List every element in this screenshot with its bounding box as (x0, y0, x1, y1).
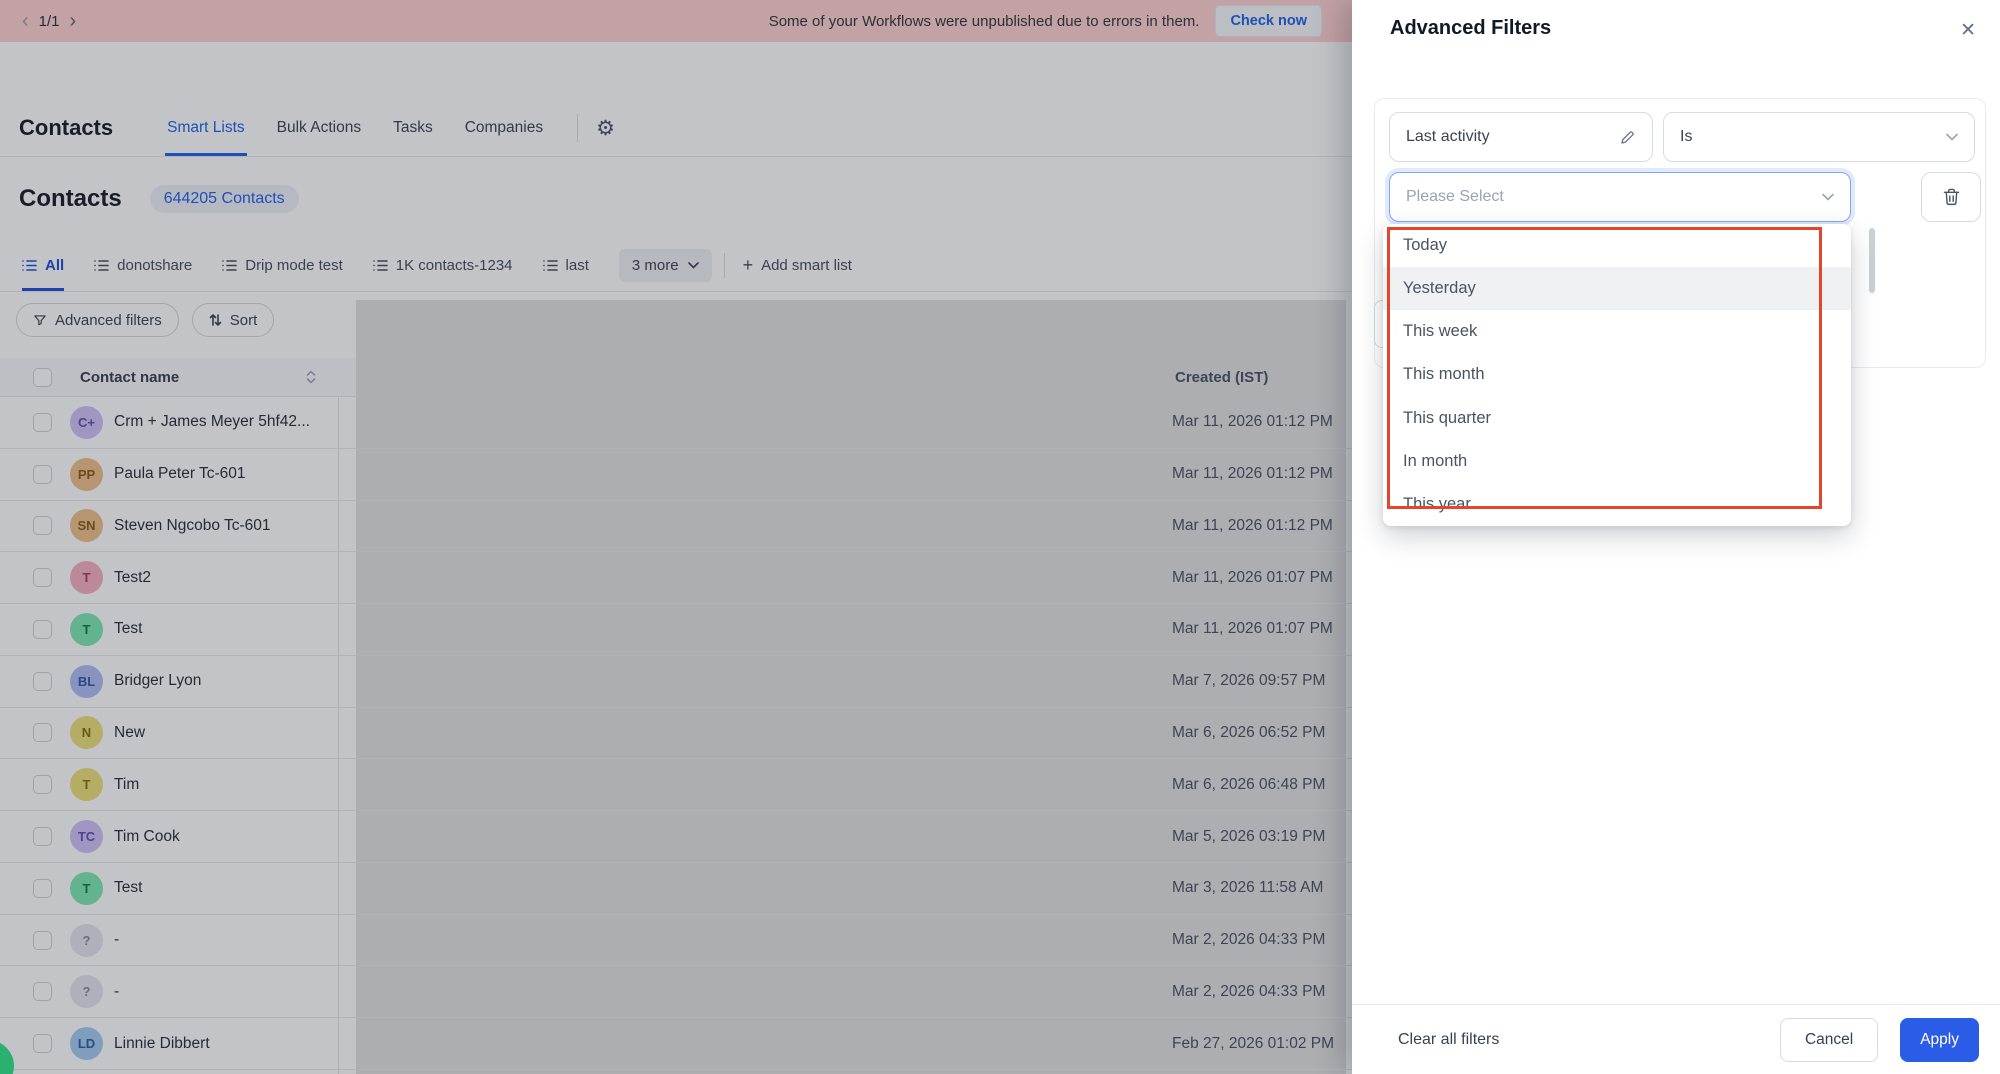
screen: ‹ 1/1 › Some of your Workflows were unpu… (0, 0, 2000, 1074)
drawer-footer: Clear all filters Cancel Apply (1352, 1004, 2000, 1074)
dropdown-option[interactable]: This quarter (1383, 397, 1851, 440)
filter-field-selector[interactable]: Last activity (1389, 112, 1653, 162)
value-options-dropdown: Today Yesterday This week This month Thi… (1383, 224, 1851, 526)
apply-button[interactable]: Apply (1900, 1018, 1979, 1062)
dropdown-option-label: Yesterday (1403, 279, 1476, 298)
delete-filter-button[interactable] (1921, 172, 1981, 222)
filter-value-select[interactable]: Please Select (1389, 172, 1851, 222)
dropdown-option-label: This week (1403, 322, 1477, 341)
filter-operator-value: Is (1680, 128, 1946, 146)
dropdown-option-label: This month (1403, 365, 1485, 384)
dropdown-option[interactable]: Yesterday (1383, 267, 1851, 310)
filter-field-label: Last activity (1406, 128, 1619, 146)
modal-dim-overlay (0, 0, 1352, 1074)
dropdown-option[interactable]: This year (1383, 483, 1851, 526)
dropdown-option[interactable]: This week (1383, 310, 1851, 353)
chevron-down-icon (1946, 133, 1958, 141)
dropdown-option-label: Today (1403, 236, 1447, 255)
trash-icon (1943, 188, 1960, 206)
filter-operator-select[interactable]: Is (1663, 112, 1975, 162)
clear-all-filters-link[interactable]: Clear all filters (1398, 1031, 1499, 1049)
dropdown-option-label: This year (1403, 495, 1471, 514)
cancel-button[interactable]: Cancel (1780, 1018, 1878, 1062)
close-icon[interactable]: ✕ (1956, 17, 1980, 44)
dropdown-option[interactable]: In month (1383, 440, 1851, 483)
dropdown-option-label: In month (1403, 452, 1467, 471)
chevron-down-icon (1822, 193, 1834, 201)
scrollbar-thumb[interactable] (1869, 228, 1875, 293)
dropdown-option[interactable]: Today (1383, 224, 1851, 267)
dropdown-option-label: This quarter (1403, 409, 1491, 428)
filter-value-placeholder: Please Select (1406, 188, 1822, 206)
drawer-title: Advanced Filters (1390, 17, 1551, 40)
advanced-filters-drawer: Advanced Filters ✕ Last activity Is Plea… (1352, 0, 2000, 1074)
dropdown-option[interactable]: This month (1383, 353, 1851, 396)
pencil-icon[interactable] (1619, 129, 1636, 146)
